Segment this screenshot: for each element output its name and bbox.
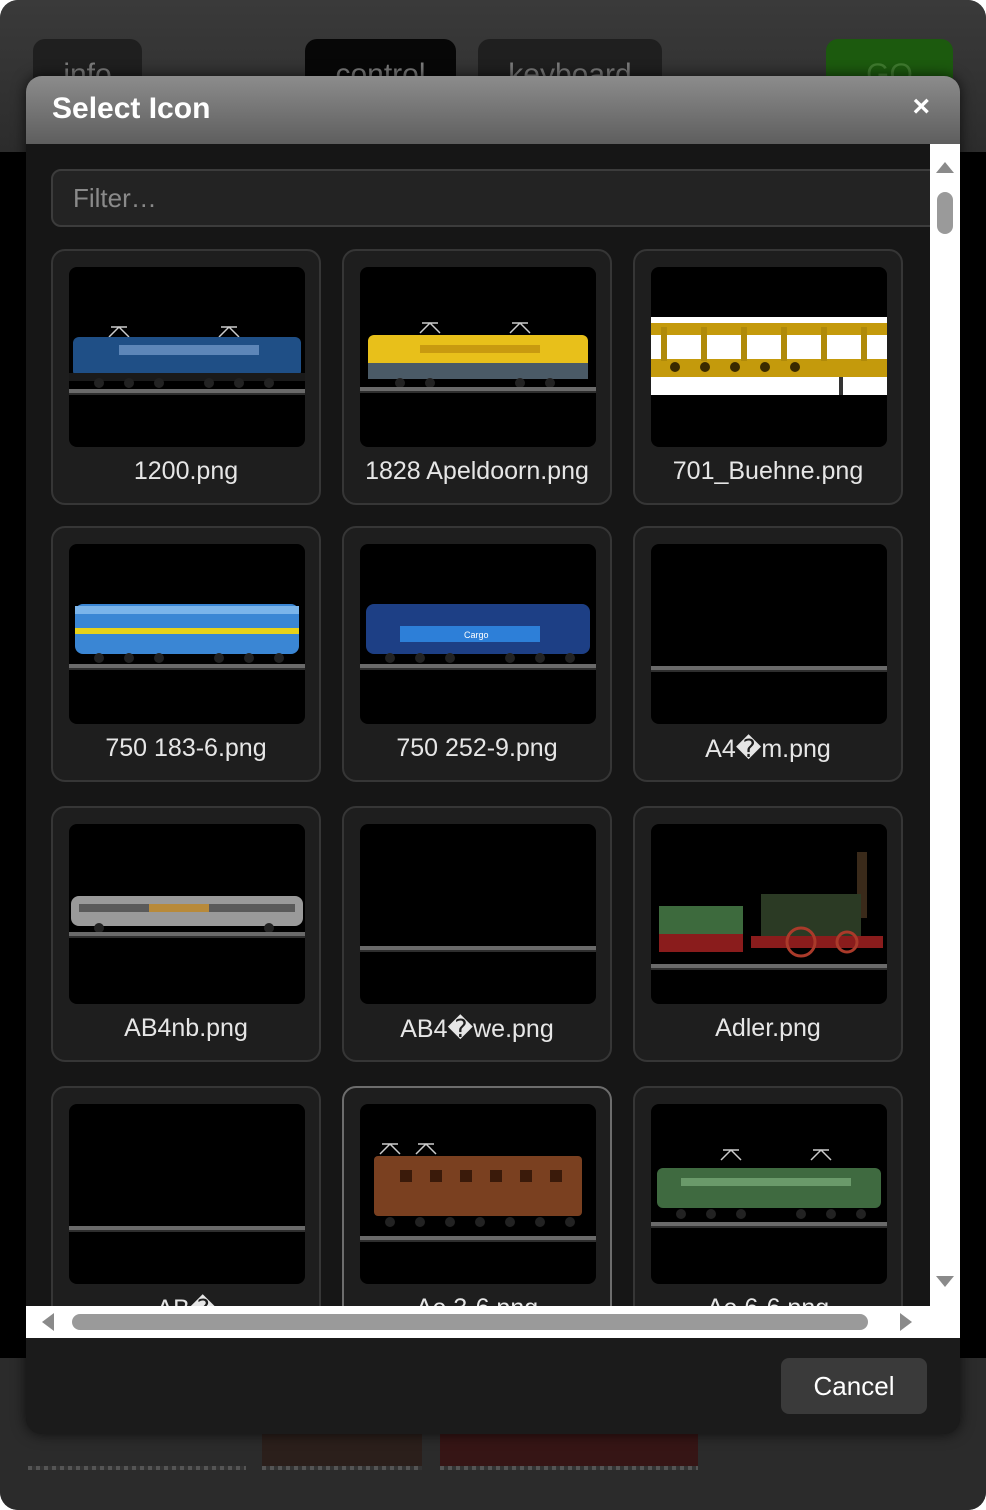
icon-card[interactable]: A4�m.png — [633, 526, 903, 782]
icon-card[interactable]: AB� — [51, 1086, 321, 1306]
icon-card[interactable]: Ae 3-6.png — [342, 1086, 612, 1306]
icon-filename: Ae 6-6.png — [635, 1294, 901, 1306]
brown-electric-locomotive-icon — [360, 1142, 596, 1242]
brown-electric-locomotive-image — [360, 1104, 596, 1284]
icon-card[interactable]: AB4nb.png — [51, 806, 321, 1062]
close-icon[interactable]: × — [912, 90, 930, 124]
blue-cargo-locomotive-icon: Cargo — [360, 604, 596, 670]
filter-input[interactable] — [51, 169, 956, 227]
yellow-electric-locomotive-image — [360, 267, 596, 447]
grey-passenger-coach-icon — [69, 896, 305, 938]
yellow-platform-car-image — [651, 267, 887, 447]
background-track — [28, 1466, 246, 1470]
vertical-scrollbar[interactable] — [930, 144, 960, 1306]
scroll-left-arrow-icon[interactable] — [42, 1313, 54, 1331]
green-electric-locomotive-icon — [651, 1148, 887, 1228]
blue-cargo-locomotive-image: Cargo — [360, 544, 596, 724]
icon-card[interactable]: Ae 6-6.png — [633, 1086, 903, 1306]
blue-electric-locomotive-icon — [69, 325, 305, 395]
cancel-button[interactable]: Cancel — [781, 1358, 927, 1414]
scroll-down-arrow-icon[interactable] — [936, 1276, 954, 1287]
svg-text:Cargo: Cargo — [464, 630, 489, 640]
empty-track-icon — [360, 946, 596, 952]
icon-filename: 1200.png — [133, 457, 239, 485]
icon-card[interactable]: 1828 Apeldoorn.png — [342, 249, 612, 505]
dialog-footer: Cancel — [26, 1338, 960, 1434]
icon-card[interactable]: Cargo 750 252-9.png — [342, 526, 612, 782]
horizontal-scroll-thumb[interactable] — [72, 1314, 868, 1330]
icon-card[interactable]: 701_Buehne.png — [633, 249, 903, 505]
yellow-electric-locomotive-icon — [360, 321, 596, 393]
scroll-right-arrow-icon[interactable] — [900, 1313, 912, 1331]
icon-filename: A4�m.png — [705, 735, 831, 763]
green-electric-locomotive-image — [651, 1104, 887, 1284]
empty-track-icon — [651, 666, 887, 672]
icon-filename: AB4nb.png — [124, 1014, 248, 1042]
dialog-body: 1200.png 1828 Apeldoorn.png 701_Buehne.png… — [26, 144, 960, 1306]
vertical-scroll-thumb[interactable] — [937, 192, 953, 234]
icon-card[interactable]: 750 183-6.png — [51, 526, 321, 782]
empty-track-image — [69, 1104, 305, 1284]
icon-filename: 1828 Apeldoorn.png — [365, 457, 589, 485]
background-locomotive — [440, 1430, 698, 1466]
icon-filename: 701_Buehne.png — [672, 457, 864, 485]
background-track — [262, 1466, 422, 1470]
icon-filename: Ae 3-6.png — [344, 1294, 610, 1306]
yellow-platform-car-icon — [651, 317, 887, 395]
icon-filename: 750 252-9.png — [396, 734, 558, 762]
icon-filename: AB4�we.png — [400, 1015, 554, 1043]
scroll-up-arrow-icon[interactable] — [936, 162, 954, 173]
empty-track-icon — [69, 1226, 305, 1232]
blue-diesel-locomotive-image — [69, 544, 305, 724]
blue-diesel-locomotive-icon — [69, 604, 305, 670]
dialog-title: Select Icon — [52, 92, 211, 125]
empty-track-image — [651, 544, 887, 724]
icon-filename: Adler.png — [715, 1014, 821, 1042]
steam-locomotive-adler-icon — [651, 852, 887, 970]
steam-locomotive-adler-image — [651, 824, 887, 1004]
blue-electric-locomotive-image — [69, 267, 305, 447]
icon-filename: AB� — [53, 1294, 319, 1306]
empty-track-image — [360, 824, 596, 1004]
icon-card[interactable]: 1200.png — [51, 249, 321, 505]
icon-card[interactable]: AB4�we.png — [342, 806, 612, 1062]
icon-card[interactable]: Adler.png — [633, 806, 903, 1062]
horizontal-scrollbar[interactable] — [26, 1306, 960, 1338]
icon-filename: 750 183-6.png — [105, 734, 267, 762]
dialog-titlebar: Select Icon × — [26, 76, 960, 144]
background-track — [440, 1466, 698, 1470]
grey-passenger-coach-image — [69, 824, 305, 1004]
select-icon-dialog: Select Icon × 1200.png 1828 Apeldoorn.png… — [26, 76, 960, 1434]
background-locomotive — [262, 1430, 422, 1466]
